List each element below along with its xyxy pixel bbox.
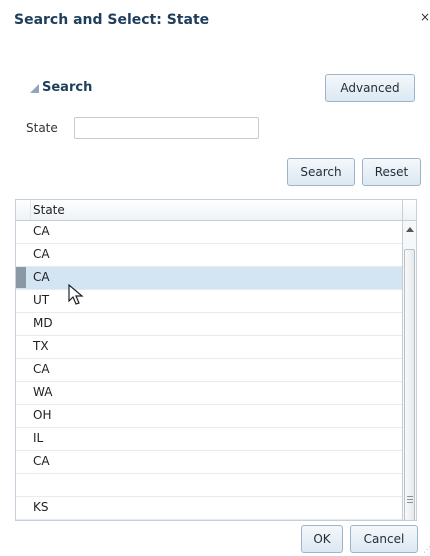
cancel-button-label: Cancel <box>363 532 405 546</box>
state-field-label: State <box>26 121 58 135</box>
scroll-thumb-grip <box>407 496 413 497</box>
row-state-cell: CA <box>33 224 50 238</box>
table-row[interactable]: KS <box>16 497 402 520</box>
row-selection-marker <box>16 451 26 472</box>
row-selection-marker <box>16 359 26 380</box>
row-state-cell: IL <box>33 431 44 445</box>
row-state-cell: OH <box>33 408 52 422</box>
table-row[interactable]: CA <box>16 244 402 267</box>
table-header: State <box>16 200 416 221</box>
table-row[interactable]: CA <box>16 221 402 244</box>
scroll-thumb-grip <box>407 502 413 503</box>
table-row[interactable]: WA <box>16 382 402 405</box>
row-selection-marker <box>16 497 26 518</box>
reset-button[interactable]: Reset <box>362 158 421 186</box>
table-row[interactable]: CA <box>16 359 402 382</box>
collapse-triangle-icon <box>30 84 39 93</box>
row-state-cell: CA <box>33 247 50 261</box>
search-button-label: Search <box>300 165 342 179</box>
row-selection-marker <box>16 313 26 334</box>
vertical-scrollbar[interactable] <box>402 221 416 520</box>
table-row[interactable] <box>16 474 402 497</box>
ok-button-label: OK <box>313 532 331 546</box>
row-selection-marker <box>16 474 26 495</box>
table-row[interactable]: IL <box>16 428 402 451</box>
ok-button[interactable]: OK <box>301 525 343 553</box>
table-row[interactable]: MD <box>16 313 402 336</box>
row-selection-marker <box>16 290 26 311</box>
scroll-up-arrow-icon[interactable] <box>406 227 414 232</box>
scroll-thumb[interactable] <box>404 249 415 520</box>
scroll-thumb-grip <box>407 499 413 500</box>
results-table: State CA CA CA UT MD TX CA WA OH IL CA KS <box>15 199 417 521</box>
row-selection-marker <box>16 267 26 288</box>
search-section-header[interactable]: Search <box>30 80 92 95</box>
reset-button-label: Reset <box>374 165 409 179</box>
row-state-cell: CA <box>33 270 50 284</box>
row-selection-marker <box>16 244 26 265</box>
mouse-pointer-icon <box>68 284 84 305</box>
row-state-cell: UT <box>33 293 50 307</box>
row-state-cell: KS <box>33 500 49 514</box>
row-state-cell: MD <box>33 316 53 330</box>
row-state-cell: CA <box>33 454 50 468</box>
table-row[interactable]: TX <box>16 336 402 359</box>
table-row[interactable]: CA <box>16 451 402 474</box>
dialog-title: Search and Select: State <box>14 12 210 28</box>
table-rows: CA CA CA UT MD TX CA WA OH IL CA KS <box>16 221 402 520</box>
row-state-cell: TX <box>33 339 49 353</box>
row-selection-marker <box>16 336 26 357</box>
close-icon[interactable]: × <box>420 10 430 24</box>
state-input[interactable] <box>74 117 259 139</box>
row-selection-marker <box>16 382 26 403</box>
column-header-state[interactable]: State <box>33 203 65 217</box>
search-header-label: Search <box>42 80 93 95</box>
row-selection-marker <box>16 428 26 449</box>
row-selection-marker <box>16 405 26 426</box>
advanced-button[interactable]: Advanced <box>325 74 415 102</box>
header-scroll-spacer <box>402 200 416 220</box>
row-state-cell: CA <box>33 362 50 376</box>
table-row[interactable]: OH <box>16 405 402 428</box>
advanced-button-label: Advanced <box>340 81 400 95</box>
search-button[interactable]: Search <box>287 158 355 186</box>
row-state-cell: WA <box>33 385 53 399</box>
header-gutter <box>16 200 31 220</box>
resize-grip-icon[interactable]: ⋰ <box>423 545 430 554</box>
cancel-button[interactable]: Cancel <box>350 525 418 553</box>
row-selection-marker <box>16 221 26 242</box>
